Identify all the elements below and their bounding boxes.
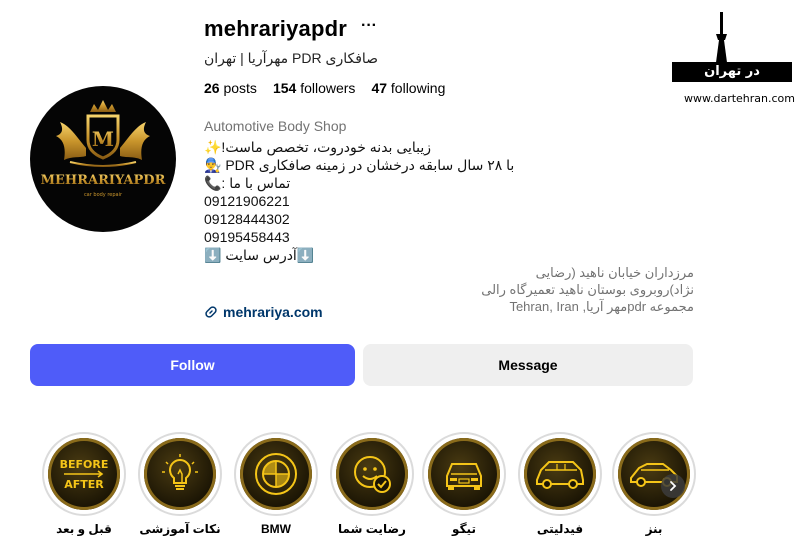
profile-avatar[interactable]: M MEHRARIYAPDR car body repair: [30, 86, 176, 232]
before-text: BEFORE: [60, 458, 109, 471]
watermark-url: www.dartehran.com: [684, 92, 795, 105]
link-icon: [205, 306, 217, 318]
posts-stat[interactable]: 26 posts: [204, 80, 257, 96]
highlight-before-after[interactable]: BEFORE AFTER قبل و بعد: [40, 432, 128, 536]
bio-line: با ۲۸ سال سابقه درخشان در زمینه صافکاری …: [204, 157, 515, 173]
address[interactable]: مرزداران خیابان ناهید (رضایی نژاد)روبروی…: [470, 264, 694, 315]
suv-icon: [536, 461, 584, 489]
lightbulb-icon: [162, 454, 198, 490]
category-label: Automotive Body Shop: [204, 118, 347, 134]
bio: زیبایی بدنه خودروت، تخصص ماست!✨ با ۲۸ سا…: [204, 138, 514, 264]
highlight-satisfaction[interactable]: رضایت شما: [328, 432, 416, 536]
car-front-icon: [446, 463, 482, 490]
full-name: صافکاری PDR مهرآریا | تهران: [204, 50, 379, 66]
follow-button[interactable]: Follow: [30, 344, 355, 386]
svg-text:M: M: [92, 127, 114, 151]
highlight-fidelity[interactable]: فیدلیتی: [516, 432, 604, 536]
dartehran-watermark: در تهران www.dartehran.com: [672, 8, 795, 108]
highlight-label: رضایت شما: [338, 522, 406, 536]
highlight-label: تیگو: [452, 522, 476, 536]
highlight-tiggo[interactable]: تیگو: [420, 432, 508, 536]
logo-text: MEHRARIYAPDR: [41, 173, 166, 188]
highlight-tips[interactable]: نکات آموزشی: [136, 432, 224, 536]
bio-line: ⬇️آدرس سایت ⬇️: [204, 247, 315, 263]
bmw-logo-icon: [255, 453, 297, 495]
highlight-label: فیدلیتی: [536, 522, 584, 536]
website-url: mehrariya.com: [223, 304, 323, 320]
following-stat[interactable]: 47 following: [371, 80, 445, 96]
profile-stats: 26 posts 154 followers 47 following: [204, 80, 445, 96]
followers-stat[interactable]: 154 followers: [273, 80, 356, 96]
username-row: mehrariyapdr ···: [204, 16, 377, 42]
highlight-label: قبل و بعد: [56, 522, 112, 536]
highlight-label: بنز: [645, 522, 663, 536]
username: mehrariyapdr: [204, 16, 348, 41]
before-after-icon: BEFORE AFTER: [60, 458, 109, 491]
smiley-check-icon: [354, 456, 391, 493]
phone-number: 09121906221: [204, 193, 290, 209]
highlight-label: نکات آموزشی: [139, 522, 221, 536]
website-link[interactable]: mehrariya.com: [204, 304, 323, 320]
highlight-bmw[interactable]: BMW: [232, 432, 320, 536]
phone-number: 09195458443: [204, 229, 290, 245]
bio-line: زیبایی بدنه خودروت، تخصص ماست!✨: [204, 139, 432, 155]
logo-subtext: car body repair: [84, 192, 123, 198]
bio-line: تماس با ما :📞: [204, 175, 291, 191]
message-button[interactable]: Message: [363, 344, 693, 386]
more-options-icon[interactable]: ···: [361, 17, 377, 35]
phone-number: 09128444302: [204, 211, 290, 227]
after-text: AFTER: [64, 478, 104, 491]
highlights-next-button[interactable]: [661, 474, 685, 498]
highlight-label: BMW: [261, 522, 291, 536]
watermark-title: در تهران: [704, 64, 760, 79]
chevron-right-icon: [670, 481, 677, 491]
